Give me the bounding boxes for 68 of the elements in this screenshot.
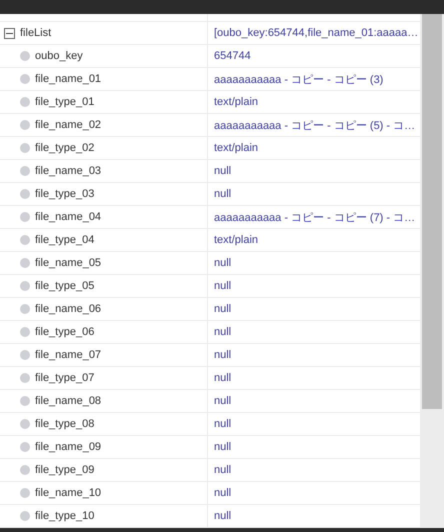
value-text: null bbox=[214, 372, 232, 384]
key-label: file_type_06 bbox=[35, 326, 94, 338]
value-text: null bbox=[214, 280, 232, 292]
node-dot-icon bbox=[20, 189, 30, 199]
scrollbar-thumb[interactable] bbox=[422, 14, 442, 409]
node-dot-icon bbox=[20, 51, 30, 61]
node-dot-icon bbox=[20, 235, 30, 245]
key-label: file_type_08 bbox=[35, 418, 94, 430]
node-dot-icon bbox=[20, 350, 30, 360]
key-label: file_name_07 bbox=[35, 349, 102, 361]
node-dot-icon bbox=[20, 166, 30, 176]
key-label: file_name_04 bbox=[35, 211, 102, 223]
key-label: file_name_06 bbox=[35, 303, 102, 315]
key-label: file_type_09 bbox=[35, 464, 94, 476]
node-dot-icon bbox=[20, 442, 30, 452]
key-label: file_type_04 bbox=[35, 234, 94, 246]
value-text: aaaaaaaaaaa - コピー - コピー (5) - コ… bbox=[214, 118, 416, 132]
value-text: aaaaaaaaaaa - コピー - コピー (7) - コ… bbox=[214, 210, 416, 224]
node-dot-icon bbox=[20, 97, 30, 107]
value-text: null bbox=[214, 395, 232, 407]
value-text: null bbox=[214, 464, 232, 476]
key-label: file_name_10 bbox=[35, 487, 102, 499]
node-dot-icon bbox=[20, 281, 30, 291]
scrollbar[interactable] bbox=[420, 14, 444, 528]
node-dot-icon bbox=[20, 327, 30, 337]
node-dot-icon bbox=[20, 511, 30, 521]
node-dot-icon bbox=[20, 396, 30, 406]
node-dot-icon bbox=[20, 143, 30, 153]
node-dot-icon bbox=[20, 488, 30, 498]
value-text: text/plain bbox=[214, 96, 258, 108]
value-text: [oubo_key:654744,file_name_01:aaaaa… bbox=[214, 27, 418, 39]
key-label: file_name_03 bbox=[35, 165, 102, 177]
node-dot-icon bbox=[20, 373, 30, 383]
key-label: file_name_01 bbox=[35, 73, 102, 85]
value-text: null bbox=[214, 326, 232, 338]
key-label: file_type_01 bbox=[35, 96, 94, 108]
value-text: text/plain bbox=[214, 142, 258, 154]
key-label: file_type_10 bbox=[35, 510, 94, 522]
key-label: file_name_02 bbox=[35, 119, 102, 131]
key-label: file_type_03 bbox=[35, 188, 94, 200]
key-label: file_type_02 bbox=[35, 142, 94, 154]
node-dot-icon bbox=[20, 465, 30, 475]
value-text: null bbox=[214, 349, 232, 361]
value-text: 654744 bbox=[214, 50, 251, 62]
value-text: null bbox=[214, 510, 232, 522]
key-label: file_type_07 bbox=[35, 372, 94, 384]
key-label: file_name_09 bbox=[35, 441, 102, 453]
value-text: null bbox=[214, 257, 232, 269]
node-dot-icon bbox=[20, 304, 30, 314]
key-label: file_name_05 bbox=[35, 257, 102, 269]
value-text: null bbox=[214, 165, 232, 177]
node-dot-icon bbox=[20, 258, 30, 268]
value-text: null bbox=[214, 487, 232, 499]
node-dot-icon bbox=[20, 419, 30, 429]
value-text: null bbox=[214, 303, 232, 315]
value-text: null bbox=[214, 188, 232, 200]
key-label: oubo_key bbox=[35, 50, 83, 62]
value-text: text/plain bbox=[214, 234, 258, 246]
node-dot-icon bbox=[20, 212, 30, 222]
value-text: null bbox=[214, 418, 232, 430]
node-dot-icon bbox=[20, 120, 30, 130]
key-label: fileList bbox=[20, 27, 52, 39]
collapse-toggle[interactable] bbox=[4, 28, 15, 38]
value-text: aaaaaaaaaaa - コピー - コピー (3) bbox=[214, 72, 384, 86]
node-dot-icon bbox=[20, 74, 30, 84]
value-text: null bbox=[214, 441, 232, 453]
key-label: file_type_05 bbox=[35, 280, 94, 292]
key-label: file_name_08 bbox=[35, 395, 102, 407]
